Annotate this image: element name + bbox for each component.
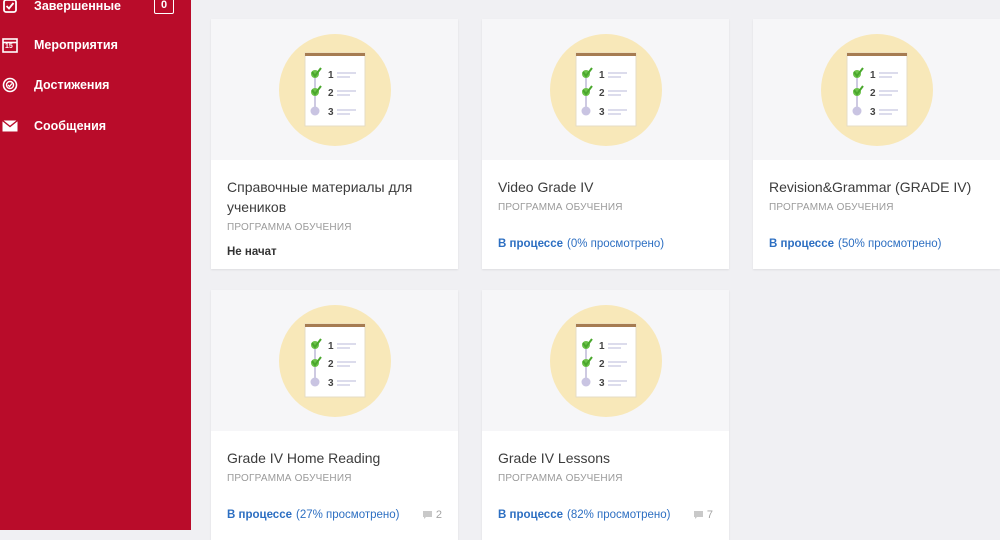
checklist-icon: 1 2 3: [279, 305, 391, 417]
envelope-icon: [0, 116, 20, 136]
calendar-day: 15: [5, 43, 13, 50]
card-title[interactable]: Grade IV Lessons: [498, 448, 713, 468]
checklist-number: 3: [599, 107, 605, 118]
checklist-number: 2: [328, 359, 334, 370]
status-progress: (50% просмотрено): [838, 238, 942, 250]
card-status: В процессе (27% просмотрено) 2: [227, 509, 442, 521]
status-text: Не начат: [227, 246, 277, 258]
card-type: ПРОГРАММА ОБУЧЕНИЯ: [227, 222, 352, 233]
card-status: В процессе (82% просмотрено) 7: [498, 509, 713, 521]
card-title[interactable]: Grade IV Home Reading: [227, 448, 442, 468]
status-text: В процессе: [498, 509, 563, 521]
card-illustration: 1 2 3: [211, 19, 458, 160]
checklist-number: 1: [599, 70, 605, 81]
status-progress: (0% просмотрено): [567, 238, 665, 250]
card-type: ПРОГРАММА ОБУЧЕНИЯ: [498, 473, 623, 484]
course-card[interactable]: 1 2 3 Справочные материалы для учеников …: [211, 19, 458, 269]
checkbox-icon: [0, 0, 20, 16]
comments-number: 7: [706, 509, 713, 521]
comments-count[interactable]: 7: [693, 509, 713, 521]
card-illustration: 1 2 3: [482, 19, 729, 160]
course-card[interactable]: 1 2 3 Revision&Grammar (GRADE IV) ПРОГРА…: [753, 19, 1000, 269]
sidebar-item-label: Завершенные: [34, 0, 121, 13]
badge-icon: [0, 75, 20, 95]
card-title[interactable]: Video Grade IV: [498, 177, 713, 197]
checklist-icon: 1 2 3: [550, 305, 662, 417]
checklist-number: 3: [328, 378, 334, 389]
checklist-number: 1: [328, 341, 334, 352]
sidebar-item-label: Мероприятия: [34, 38, 118, 52]
card-status: В процессе (0% просмотрено): [498, 238, 713, 250]
calendar-icon: 15: [0, 35, 20, 55]
sidebar-item-events[interactable]: 15 Мероприятия: [0, 33, 191, 57]
card-illustration: 1 2 3: [482, 290, 729, 431]
sidebar-item-label: Сообщения: [34, 119, 107, 133]
comment-icon: [422, 511, 432, 519]
checklist-number: 3: [328, 107, 334, 118]
status-progress: (27% просмотрено): [296, 509, 400, 521]
sidebar-item-achievements[interactable]: Достижения: [0, 73, 191, 97]
checklist-number: 2: [599, 359, 605, 370]
status-text: В процессе: [769, 238, 834, 250]
card-title[interactable]: Справочные материалы для учеников: [227, 177, 442, 217]
comments-count[interactable]: 2: [422, 509, 442, 521]
checklist-icon: 1 2 3: [550, 34, 662, 146]
checklist-icon: 1 2 3: [821, 34, 933, 146]
card-status: В процессе (50% просмотрено): [769, 238, 984, 250]
card-illustration: 1 2 3: [753, 19, 1000, 160]
checklist-number: 1: [599, 341, 605, 352]
comment-icon: [693, 511, 703, 519]
comments-number: 2: [435, 509, 442, 521]
checklist-number: 1: [870, 70, 876, 81]
course-card[interactable]: 1 2 3 Video Grade IV ПРОГРАММА ОБУЧЕНИЯ …: [482, 19, 729, 269]
sidebar: Завершенные 0 15 Мероприятия Достижения …: [0, 0, 191, 530]
checklist-number: 2: [870, 88, 876, 99]
sidebar-item-messages[interactable]: Сообщения: [0, 114, 191, 138]
status-text: В процессе: [227, 509, 292, 521]
checklist-number: 2: [599, 88, 605, 99]
card-type: ПРОГРАММА ОБУЧЕНИЯ: [769, 202, 894, 213]
card-type: ПРОГРАММА ОБУЧЕНИЯ: [498, 202, 623, 213]
checklist-number: 3: [870, 107, 876, 118]
card-title[interactable]: Revision&Grammar (GRADE IV): [769, 177, 984, 197]
card-type: ПРОГРАММА ОБУЧЕНИЯ: [227, 473, 352, 484]
checklist-number: 3: [599, 378, 605, 389]
checklist-number: 2: [328, 88, 334, 99]
course-card[interactable]: 1 2 3 Grade IV Lessons ПРОГРАММА ОБУЧЕНИ…: [482, 290, 729, 540]
status-text: В процессе: [498, 238, 563, 250]
card-illustration: 1 2 3: [211, 290, 458, 431]
sidebar-item-completed[interactable]: Завершенные 0: [0, 0, 191, 18]
sidebar-item-label: Достижения: [34, 78, 110, 92]
completed-count-badge: 0: [154, 0, 174, 14]
course-card[interactable]: 1 2 3 Grade IV Home Reading ПРОГРАММА ОБ…: [211, 290, 458, 540]
checklist-icon: 1 2 3: [279, 34, 391, 146]
checklist-number: 1: [328, 70, 334, 81]
card-status: Не начат: [227, 246, 442, 258]
status-progress: (82% просмотрено): [567, 509, 671, 521]
